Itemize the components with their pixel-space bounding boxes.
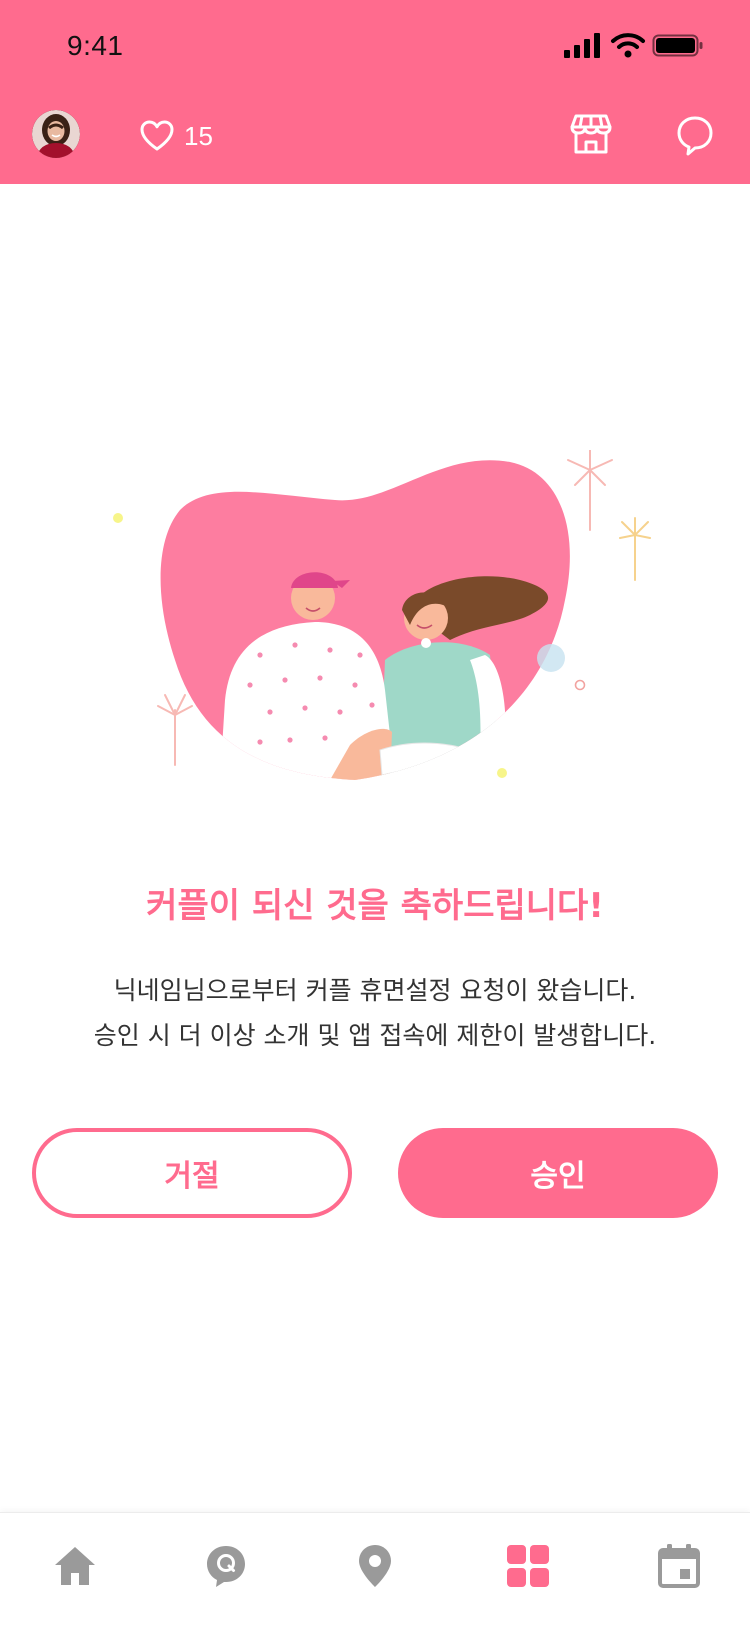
heart-counter[interactable]: 15 [140,118,213,154]
wifi-icon [611,33,645,58]
bottom-nav [0,1512,750,1625]
home-icon[interactable] [52,1543,98,1589]
calendar-icon[interactable] [656,1543,702,1589]
description-line-1: 닉네임님으로부터 커플 휴면설정 요청이 왔습니다. [113,976,637,1005]
avatar[interactable] [32,110,80,158]
top-bar: 9:41 15 [0,0,750,184]
approve-button[interactable]: 승인 [398,1128,718,1218]
chat-bubble-icon[interactable] [676,115,714,157]
store-icon[interactable] [567,113,615,155]
heart-count: 15 [184,120,213,151]
heart-icon [140,120,174,151]
signal-icon [564,33,600,58]
reject-button[interactable]: 거절 [32,1128,352,1218]
q-chat-icon[interactable] [203,1543,249,1589]
map-pin-icon[interactable] [352,1543,398,1589]
couple-illustration [113,450,651,780]
congrats-title: 커플이 되신 것을 축하드립니다! [146,886,604,926]
battery-icon [652,34,703,57]
grid-icon[interactable] [505,1543,551,1589]
description-line-2: 승인 시 더 이상 소개 및 앱 접속에 제한이 발생합니다. [93,1021,657,1050]
status-time: 9:41 [67,30,124,61]
request-description: 닉네임님으로부터 커플 휴면설정 요청이 왔습니다. 승인 시 더 이상 소개 … [0,968,750,1058]
